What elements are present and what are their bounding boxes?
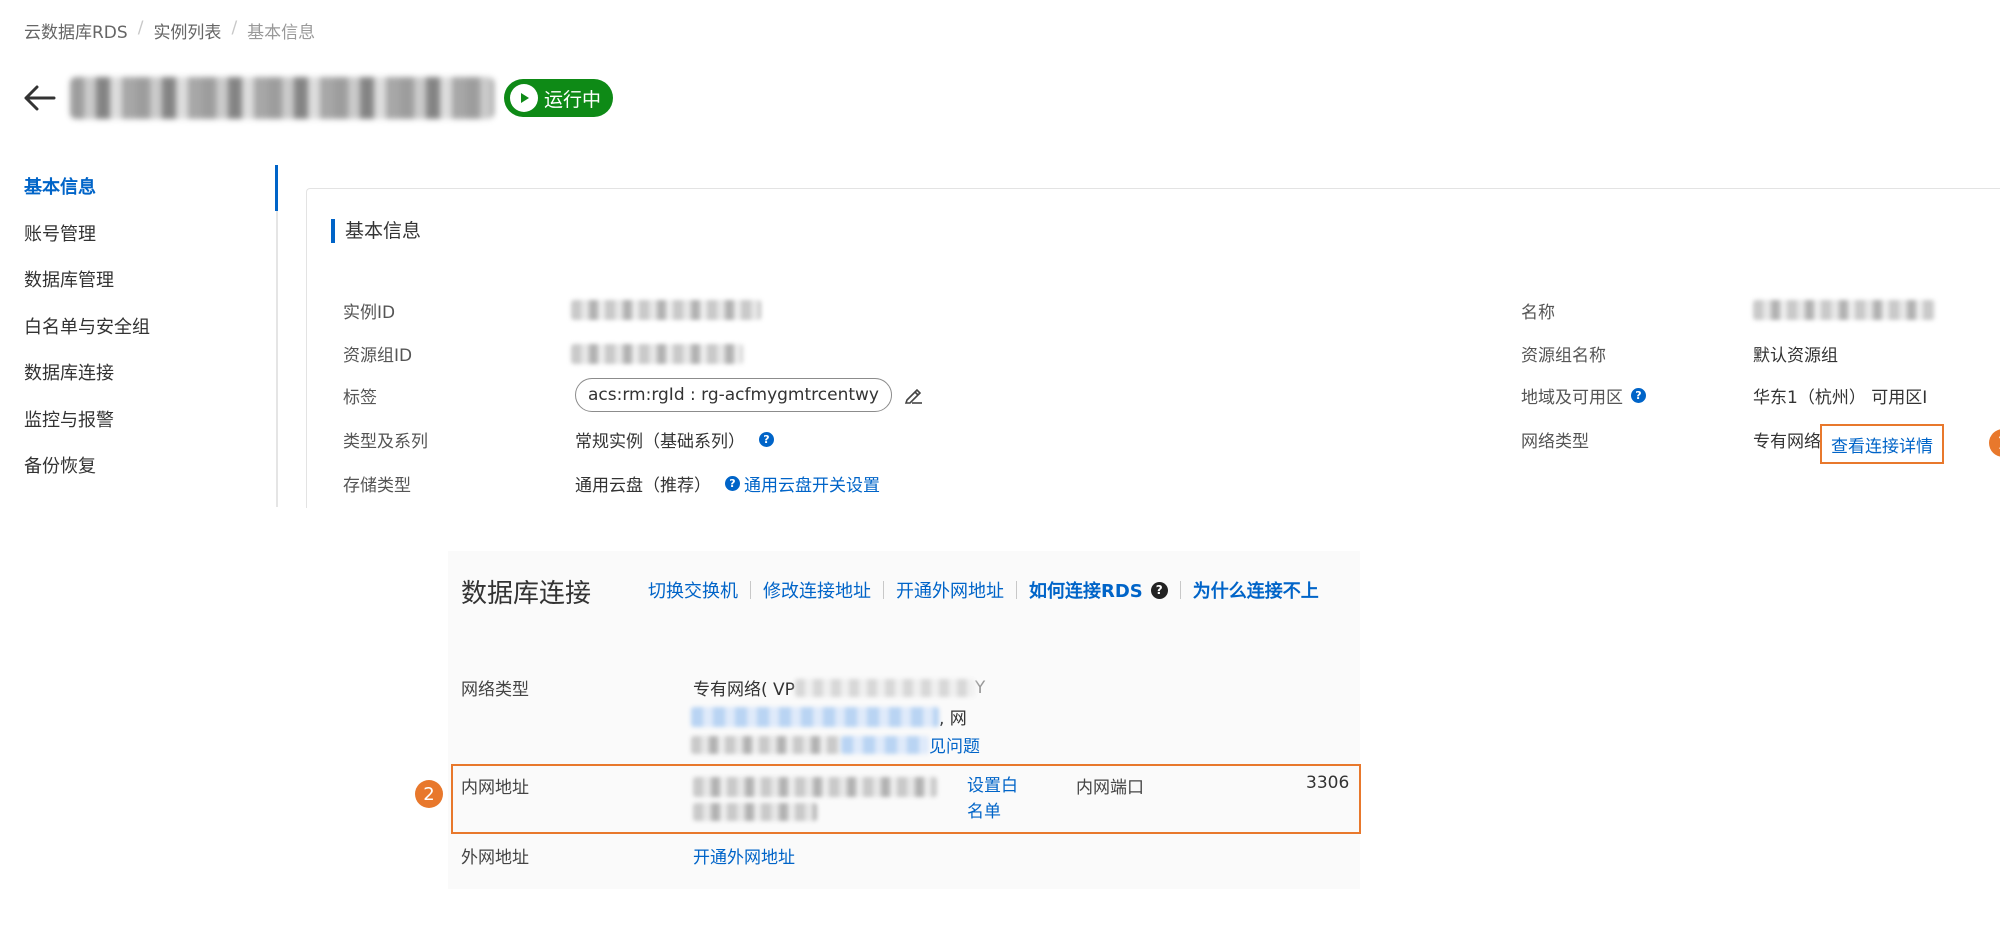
view-connection-details-link[interactable]: 查看连接详情 — [1831, 432, 1933, 457]
breadcrumb: 云数据库RDS / 实例列表 / 基本信息 — [24, 18, 315, 43]
row-type: 类型及系列 — [343, 424, 428, 454]
internal-port-label: 内网端口 — [1076, 778, 1144, 798]
instance-id-value-redacted — [571, 300, 761, 320]
sidebar-item-monitoring[interactable]: 监控与报警 — [0, 398, 276, 445]
toolbar-divider — [883, 581, 884, 599]
sidebar-nav: 基本信息 账号管理 数据库管理 白名单与安全组 数据库连接 监控与报警 备份恢复 — [0, 165, 278, 507]
row-instance-id: 实例ID — [343, 295, 395, 325]
instance-id-label: 实例ID — [343, 302, 396, 323]
resource-group-name-label: 资源组名称 — [1521, 345, 1606, 366]
resource-group-name-value: 默认资源组 — [1753, 345, 1838, 366]
step-marker-1: 1 — [1989, 429, 2000, 457]
how-to-connect-link[interactable]: 如何连接RDS — [1029, 577, 1143, 603]
storage-value: 通用云盘（推荐） — [575, 475, 711, 496]
external-address-label: 外网地址 — [461, 848, 529, 868]
status-text: 运行中 — [544, 88, 602, 111]
breadcrumb-separator: / — [137, 18, 144, 38]
back-arrow-icon[interactable] — [22, 80, 58, 116]
internal-address-label: 内网地址 — [461, 778, 529, 798]
resource-group-id-label: 资源组ID — [343, 345, 413, 366]
type-value-group: 常规实例（基础系列） ? — [575, 424, 774, 454]
name-value-redacted — [1753, 300, 1935, 320]
sidebar-item-databases[interactable]: 数据库管理 — [0, 258, 276, 305]
network-type-value: 专有网络 — [1753, 431, 1821, 452]
sidebar-item-basic-info[interactable]: 基本信息 — [0, 165, 278, 212]
help-icon[interactable]: ? — [1150, 581, 1168, 599]
conn-faq-line: 见问题 — [691, 732, 980, 757]
storage-label: 存储类型 — [343, 475, 411, 496]
help-icon[interactable]: ? — [725, 475, 740, 491]
name-label: 名称 — [1521, 302, 1555, 323]
highlight-box-1: 查看连接详情 — [1820, 424, 1944, 464]
row-network-type: 网络类型 — [1521, 424, 1589, 454]
row-resource-group-id: 资源组ID — [343, 338, 412, 368]
sidebar-item-whitelist[interactable]: 白名单与安全组 — [0, 305, 276, 352]
type-value: 常规实例（基础系列） — [575, 431, 745, 452]
sidebar-item-backup[interactable]: 备份恢复 — [0, 444, 276, 491]
sidebar-item-accounts[interactable]: 账号管理 — [0, 212, 276, 259]
page-title-row: 运行中 — [22, 76, 614, 120]
internal-address-redacted — [693, 777, 937, 797]
breadcrumb-separator: / — [231, 18, 238, 38]
conn-vswitch-line: , 网 — [691, 704, 967, 729]
toolbar-divider — [1179, 581, 1181, 599]
toolbar-divider — [1016, 581, 1017, 599]
step-marker-2: 2 — [415, 780, 443, 808]
storage-settings-link[interactable]: 通用云盘开关设置 — [744, 471, 880, 496]
network-type-value-group: 专有网络 — [1753, 424, 1821, 454]
enable-external-address-link[interactable]: 开通外网地址 — [693, 843, 795, 868]
db-connection-panel: 数据库连接 切换交换机 修改连接地址 开通外网地址 如何连接RDS ? 为什么连… — [448, 551, 1361, 889]
conn-network-type-value: 专有网络( VP Y — [693, 677, 986, 701]
help-icon[interactable]: ? — [1631, 387, 1646, 403]
region-label: 地域及可用区 — [1521, 387, 1623, 408]
breadcrumb-basic-info: 基本信息 — [247, 23, 316, 43]
vswitch-link-redacted[interactable] — [691, 706, 939, 727]
row-name: 名称 — [1521, 295, 1555, 325]
status-badge: 运行中 — [504, 79, 614, 117]
faq-link[interactable]: 见问题 — [929, 732, 980, 757]
storage-value-group: 通用云盘（推荐） ? 通用云盘开关设置 — [575, 468, 880, 498]
instance-page: 云数据库RDS / 实例列表 / 基本信息 运行中 基本信息 账号管理 数据库管… — [0, 0, 2000, 508]
tag-pill: acs:rm:rgId : rg-acfmygmtrcentwy — [575, 378, 892, 412]
set-whitelist-link[interactable]: 设置白 名单 — [967, 773, 1018, 825]
connection-title: 数据库连接 — [461, 579, 592, 609]
faq-link-redacted[interactable] — [841, 735, 929, 754]
internal-address-line2-redacted — [693, 803, 817, 821]
basic-info-card: 基本信息 实例ID 资源组ID 标签 acs:rm:rgId : rg-acfm… — [306, 188, 2000, 508]
row-region: 地域及可用区 ? — [1521, 380, 1646, 410]
why-cannot-connect-link[interactable]: 为什么连接不上 — [1193, 577, 1319, 603]
region-value: 华东1（杭州） 可用区I — [1753, 387, 1928, 408]
row-tag: 标签 — [343, 380, 377, 410]
row-storage: 存储类型 — [343, 468, 411, 498]
edit-icon[interactable] — [904, 385, 924, 405]
row-resource-group-name: 资源组名称 — [1521, 338, 1606, 368]
tag-label: 标签 — [343, 387, 377, 408]
enable-public-address-link[interactable]: 开通外网地址 — [896, 577, 1004, 603]
instance-title-redacted — [70, 77, 494, 119]
play-icon — [510, 84, 538, 112]
resource-group-id-value-redacted — [571, 344, 743, 364]
type-label: 类型及系列 — [343, 431, 428, 452]
breadcrumb-rds[interactable]: 云数据库RDS — [24, 18, 128, 43]
breadcrumb-instance-list[interactable]: 实例列表 — [153, 18, 221, 43]
help-icon[interactable]: ? — [759, 431, 774, 447]
sidebar-item-db-connection[interactable]: 数据库连接 — [0, 351, 276, 398]
tag-group: acs:rm:rgId : rg-acfmygmtrcentwy — [575, 378, 924, 412]
conn-network-type-label: 网络类型 — [461, 680, 529, 700]
network-type-label: 网络类型 — [1521, 431, 1589, 452]
card-title: 基本信息 — [331, 219, 421, 243]
connection-toolbar: 切换交换机 修改连接地址 开通外网地址 如何连接RDS ? 为什么连接不上 — [648, 575, 1319, 605]
highlight-box-2 — [451, 764, 1361, 834]
internal-port-value: 3306 — [1306, 773, 1350, 793]
modify-address-link[interactable]: 修改连接地址 — [763, 577, 871, 603]
switch-vswitch-link[interactable]: 切换交换机 — [648, 577, 738, 603]
vpc-id-redacted — [794, 678, 975, 697]
toolbar-divider — [750, 581, 751, 599]
faq-text-redacted — [691, 735, 841, 754]
